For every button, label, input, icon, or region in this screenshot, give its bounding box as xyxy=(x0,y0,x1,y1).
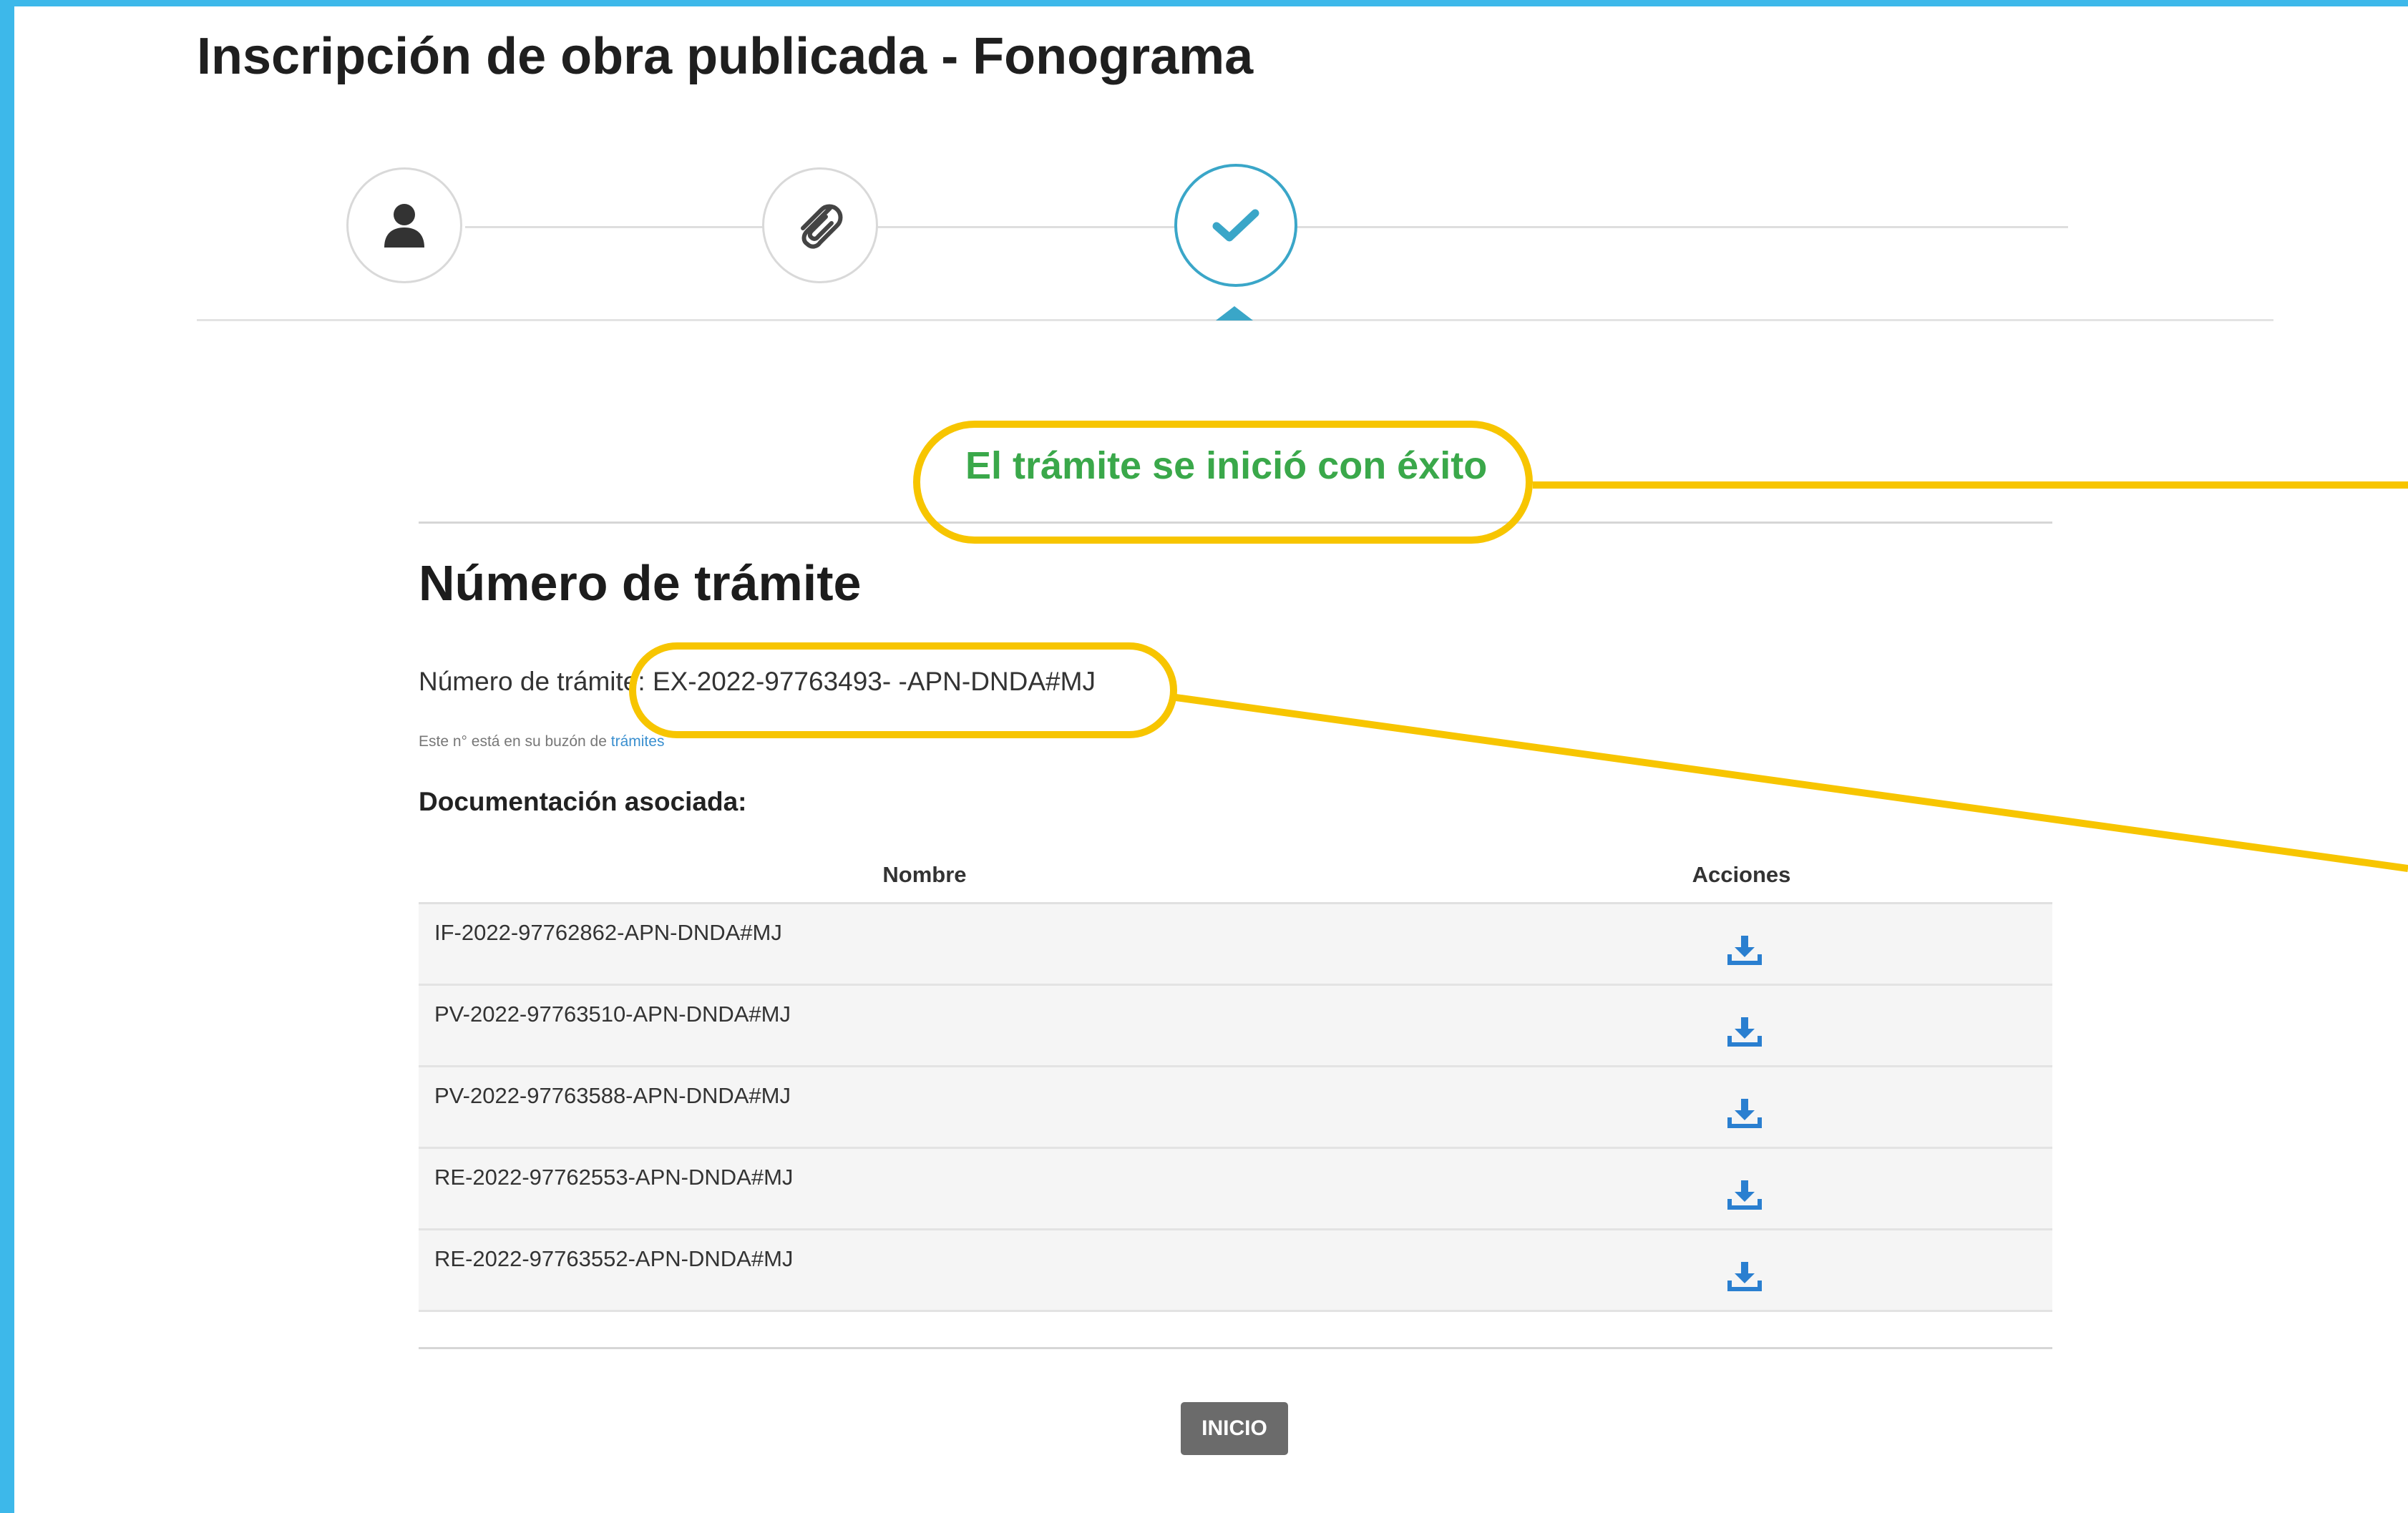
active-step-pointer xyxy=(1216,306,1253,320)
check-icon xyxy=(1212,209,1259,242)
document-name: RE-2022-97762553-APN-DNDA#MJ xyxy=(434,1165,794,1190)
step-user[interactable] xyxy=(346,167,462,283)
header-nombre: Nombre xyxy=(882,862,967,887)
table-row: RE-2022-97762553-APN-DNDA#MJ xyxy=(419,1149,2052,1230)
buzon-note-text: Este n° está en su buzón de xyxy=(419,733,607,750)
content-divider-bottom xyxy=(419,1347,2052,1349)
download-icon[interactable] xyxy=(1727,1016,1762,1047)
inicio-button[interactable]: INICIO xyxy=(1181,1402,1288,1455)
table-row: PV-2022-97763510-APN-DNDA#MJ xyxy=(419,986,2052,1067)
table-row: PV-2022-97763588-APN-DNDA#MJ xyxy=(419,1067,2052,1149)
document-name: IF-2022-97762862-APN-DNDA#MJ xyxy=(434,920,782,945)
download-icon[interactable] xyxy=(1727,1179,1762,1210)
highlight-success-message xyxy=(913,421,1533,544)
annotation-line-tramite xyxy=(1175,694,2408,872)
download-icon[interactable] xyxy=(1727,934,1762,966)
download-icon[interactable] xyxy=(1727,1097,1762,1129)
step-attachment[interactable] xyxy=(762,167,878,283)
table-row: IF-2022-97762862-APN-DNDA#MJ xyxy=(419,904,2052,986)
download-icon[interactable] xyxy=(1727,1260,1762,1292)
step-confirmation[interactable] xyxy=(1174,164,1297,287)
user-icon xyxy=(384,204,424,248)
document-name: PV-2022-97763510-APN-DNDA#MJ xyxy=(434,1002,791,1027)
buzon-note: Este n° está en su buzón de trámites xyxy=(419,733,664,750)
tramite-label: Número de trámite: xyxy=(419,667,645,696)
document-name: PV-2022-97763588-APN-DNDA#MJ xyxy=(434,1083,791,1108)
docs-table: Nombre Acciones IF-2022-97762862-APN-DND… xyxy=(419,848,2052,1312)
highlight-tramite-number xyxy=(629,642,1177,738)
table-header: Nombre Acciones xyxy=(419,848,2052,904)
paperclip-icon xyxy=(801,204,843,249)
section-title: Número de trámite xyxy=(419,555,862,611)
table-body: IF-2022-97762862-APN-DNDA#MJ PV-2022-9776… xyxy=(419,904,2052,1312)
table-row: RE-2022-97763552-APN-DNDA#MJ xyxy=(419,1230,2052,1312)
docs-label: Documentación asociada: xyxy=(419,787,747,816)
document-name: RE-2022-97763552-APN-DNDA#MJ xyxy=(434,1246,794,1271)
header-acciones: Acciones xyxy=(1692,862,1791,887)
page-title: Inscripción de obra publicada - Fonogram… xyxy=(197,28,1254,85)
buzon-link[interactable]: trámites xyxy=(611,733,665,750)
